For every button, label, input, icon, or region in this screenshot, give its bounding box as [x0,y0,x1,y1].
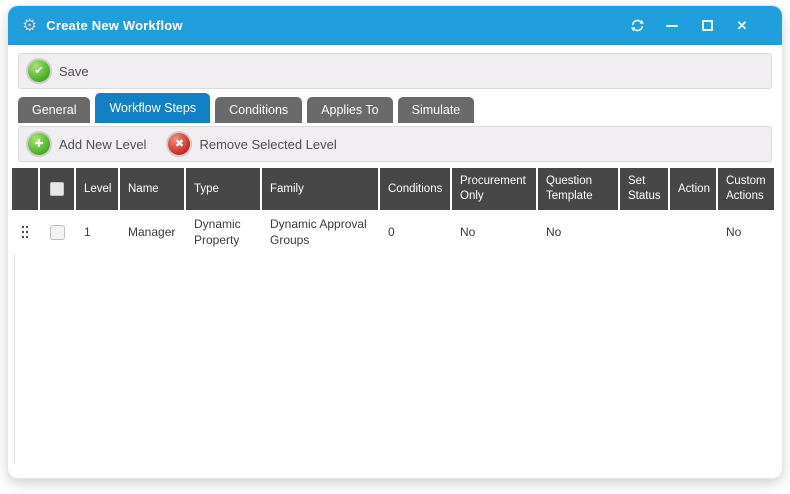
tab-general-label: General [32,103,76,117]
column-header-custom-actions: Custom Actions [718,168,774,210]
maximize-icon [702,20,713,31]
column-header-question-template: Question Template [538,168,618,210]
tab-applies-to[interactable]: Applies To [307,97,392,123]
tab-simulate[interactable]: Simulate [398,97,475,123]
cell-type: Dynamic Property [186,210,260,254]
save-button-label: Save [59,64,89,79]
maximize-button[interactable] [699,18,715,34]
tab-strip: General Workflow Steps Conditions Applie… [18,93,772,123]
column-header-family: Family [262,168,378,210]
cell-procurement-only: No [452,210,536,254]
column-header-action: Action [670,168,716,210]
gear-icon: ⚙ [22,17,37,34]
column-header-set-status: Set Status [620,168,668,210]
tab-conditions-label: Conditions [229,103,288,117]
tab-conditions[interactable]: Conditions [215,97,302,123]
grid-header-row: Level Name Type Family Conditions Procur… [12,168,774,210]
column-header-procurement-only: Procurement Only [452,168,536,210]
minimize-icon [666,25,678,27]
close-button[interactable]: ✕ [734,18,750,34]
row-checkbox[interactable] [50,225,65,240]
cell-name: Manager [120,210,184,254]
drag-handle-icon[interactable] [22,226,24,228]
titlebar: ⚙ Create New Workflow ✕ [8,6,782,45]
row-drag-cell [12,210,38,254]
minimize-button[interactable] [664,18,680,34]
save-button[interactable]: ✔ Save [28,60,89,82]
tab-applies-to-label: Applies To [321,103,378,117]
add-new-level-label: Add New Level [59,137,146,152]
tab-simulate-label: Simulate [412,103,461,117]
add-plus-icon: ✚ [28,133,50,155]
cell-family: Dynamic Approval Groups [262,210,378,254]
level-toolbar: ✚ Add New Level ✖ Remove Selected Level [18,126,772,162]
remove-selected-level-label: Remove Selected Level [199,137,336,152]
create-new-workflow-dialog: ⚙ Create New Workflow ✕ [8,6,782,478]
cell-conditions: 0 [380,210,450,254]
tab-general[interactable]: General [18,97,90,123]
column-header-type: Type [186,168,260,210]
table-row: 1 Manager Dynamic Property Dynamic Appro… [12,210,774,254]
save-check-icon: ✔ [28,60,50,82]
remove-x-icon: ✖ [168,133,190,155]
refresh-button[interactable] [629,18,645,34]
window-controls: ✕ [629,18,768,34]
header-drag-column [12,168,38,210]
select-all-checkbox[interactable] [50,182,64,196]
save-toolbar: ✔ Save [18,53,772,89]
row-select-cell [40,210,74,254]
grid-body-left-border [14,254,15,464]
cell-action [670,210,716,254]
tab-workflow-steps-label: Workflow Steps [109,101,196,115]
column-header-level: Level [76,168,118,210]
close-icon: ✕ [737,19,748,32]
workflow-steps-grid: Level Name Type Family Conditions Procur… [12,168,774,254]
cell-level: 1 [76,210,118,254]
cell-set-status [620,210,668,254]
window-title: Create New Workflow [46,18,182,33]
column-header-conditions: Conditions [380,168,450,210]
cell-custom-actions: No [718,210,774,254]
column-header-name: Name [120,168,184,210]
cell-question-template: No [538,210,618,254]
add-new-level-button[interactable]: ✚ Add New Level [28,133,146,155]
tab-workflow-steps[interactable]: Workflow Steps [95,93,210,123]
remove-selected-level-button[interactable]: ✖ Remove Selected Level [168,133,336,155]
header-select-column [40,168,74,210]
refresh-icon [630,18,645,33]
